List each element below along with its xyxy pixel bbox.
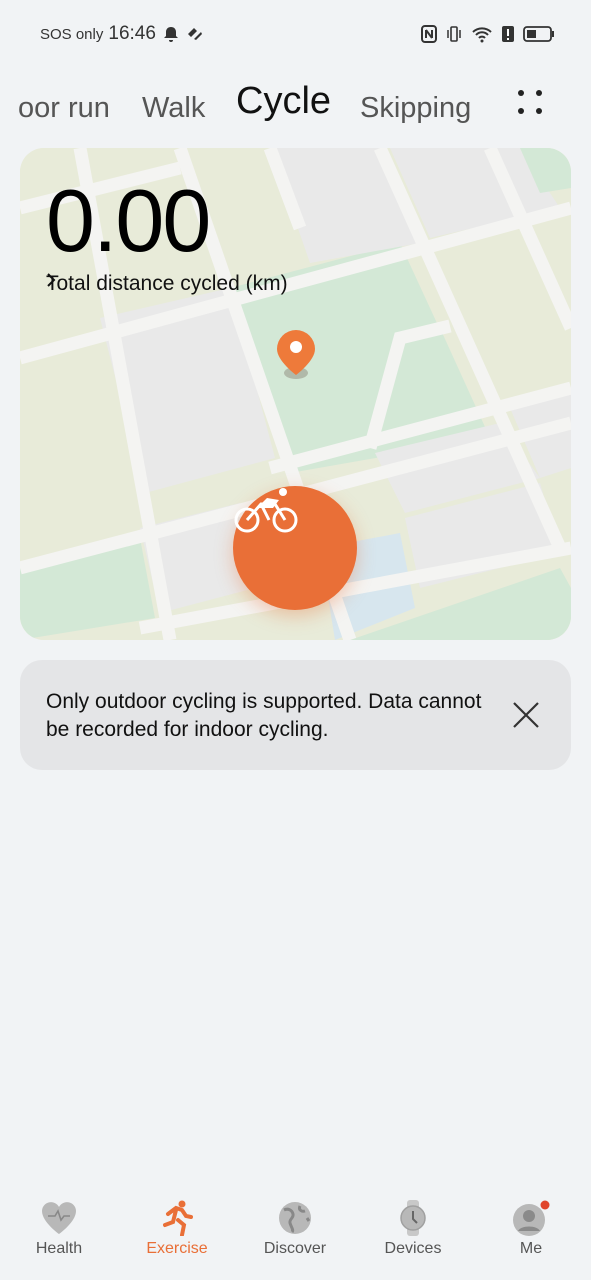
cycling-icon	[234, 488, 298, 533]
bottom-nav: Health Exercise Discover Devices Me	[0, 1200, 591, 1280]
nfc-icon	[421, 25, 437, 43]
tab-indoor-run[interactable]: oor run	[18, 92, 110, 125]
watch-icon	[400, 1200, 426, 1236]
tab-skipping[interactable]: Skipping	[360, 92, 471, 125]
total-distance-label: Total distance cycled (km)	[46, 272, 288, 295]
health-app-icon	[187, 28, 202, 40]
clock: 16:46	[108, 23, 156, 44]
globe-icon	[279, 1202, 311, 1234]
map-card: 0.00 Total distance cycled (km)	[20, 148, 571, 640]
alert-icon	[502, 26, 514, 42]
nav-label: Exercise	[146, 1240, 208, 1257]
nav-label: Devices	[384, 1240, 442, 1257]
carrier-text: SOS only	[40, 25, 104, 43]
total-distance-link[interactable]: Total distance cycled (km)	[46, 272, 288, 296]
total-distance-value: 0.00	[46, 171, 211, 270]
running-icon	[163, 1200, 193, 1236]
nav-exercise[interactable]: Exercise	[122, 1200, 232, 1258]
indoor-cycling-notice: Only outdoor cycling is supported. Data …	[20, 660, 571, 770]
heart-icon	[42, 1202, 76, 1234]
bell-icon	[163, 27, 178, 42]
start-cycling-button[interactable]	[233, 486, 357, 610]
nav-label: Discover	[263, 1240, 327, 1257]
nav-label: Me	[519, 1240, 543, 1257]
tab-walk[interactable]: Walk	[142, 92, 205, 125]
wifi-icon	[472, 27, 492, 43]
nav-discover[interactable]: Discover	[240, 1200, 350, 1258]
exercise-type-tabs: oor run Walk Cycle Skipping	[0, 80, 591, 132]
nav-health[interactable]: Health	[4, 1200, 114, 1258]
avatar-icon	[513, 1200, 550, 1236]
battery-icon	[523, 26, 554, 42]
close-icon[interactable]	[511, 700, 541, 730]
vibrate-icon	[447, 26, 461, 42]
nav-me[interactable]: Me	[476, 1200, 586, 1258]
notice-text: Only outdoor cycling is supported. Data …	[46, 690, 482, 741]
nav-devices[interactable]: Devices	[358, 1200, 468, 1258]
more-dots-icon[interactable]	[514, 88, 548, 118]
tab-cycle[interactable]: Cycle	[236, 80, 331, 123]
chevron-right-icon	[47, 273, 56, 287]
location-pin-icon	[277, 330, 315, 379]
nav-label: Health	[35, 1240, 83, 1257]
notification-badge	[540, 1200, 550, 1210]
status-bar: SOS only 16:46	[40, 22, 555, 46]
